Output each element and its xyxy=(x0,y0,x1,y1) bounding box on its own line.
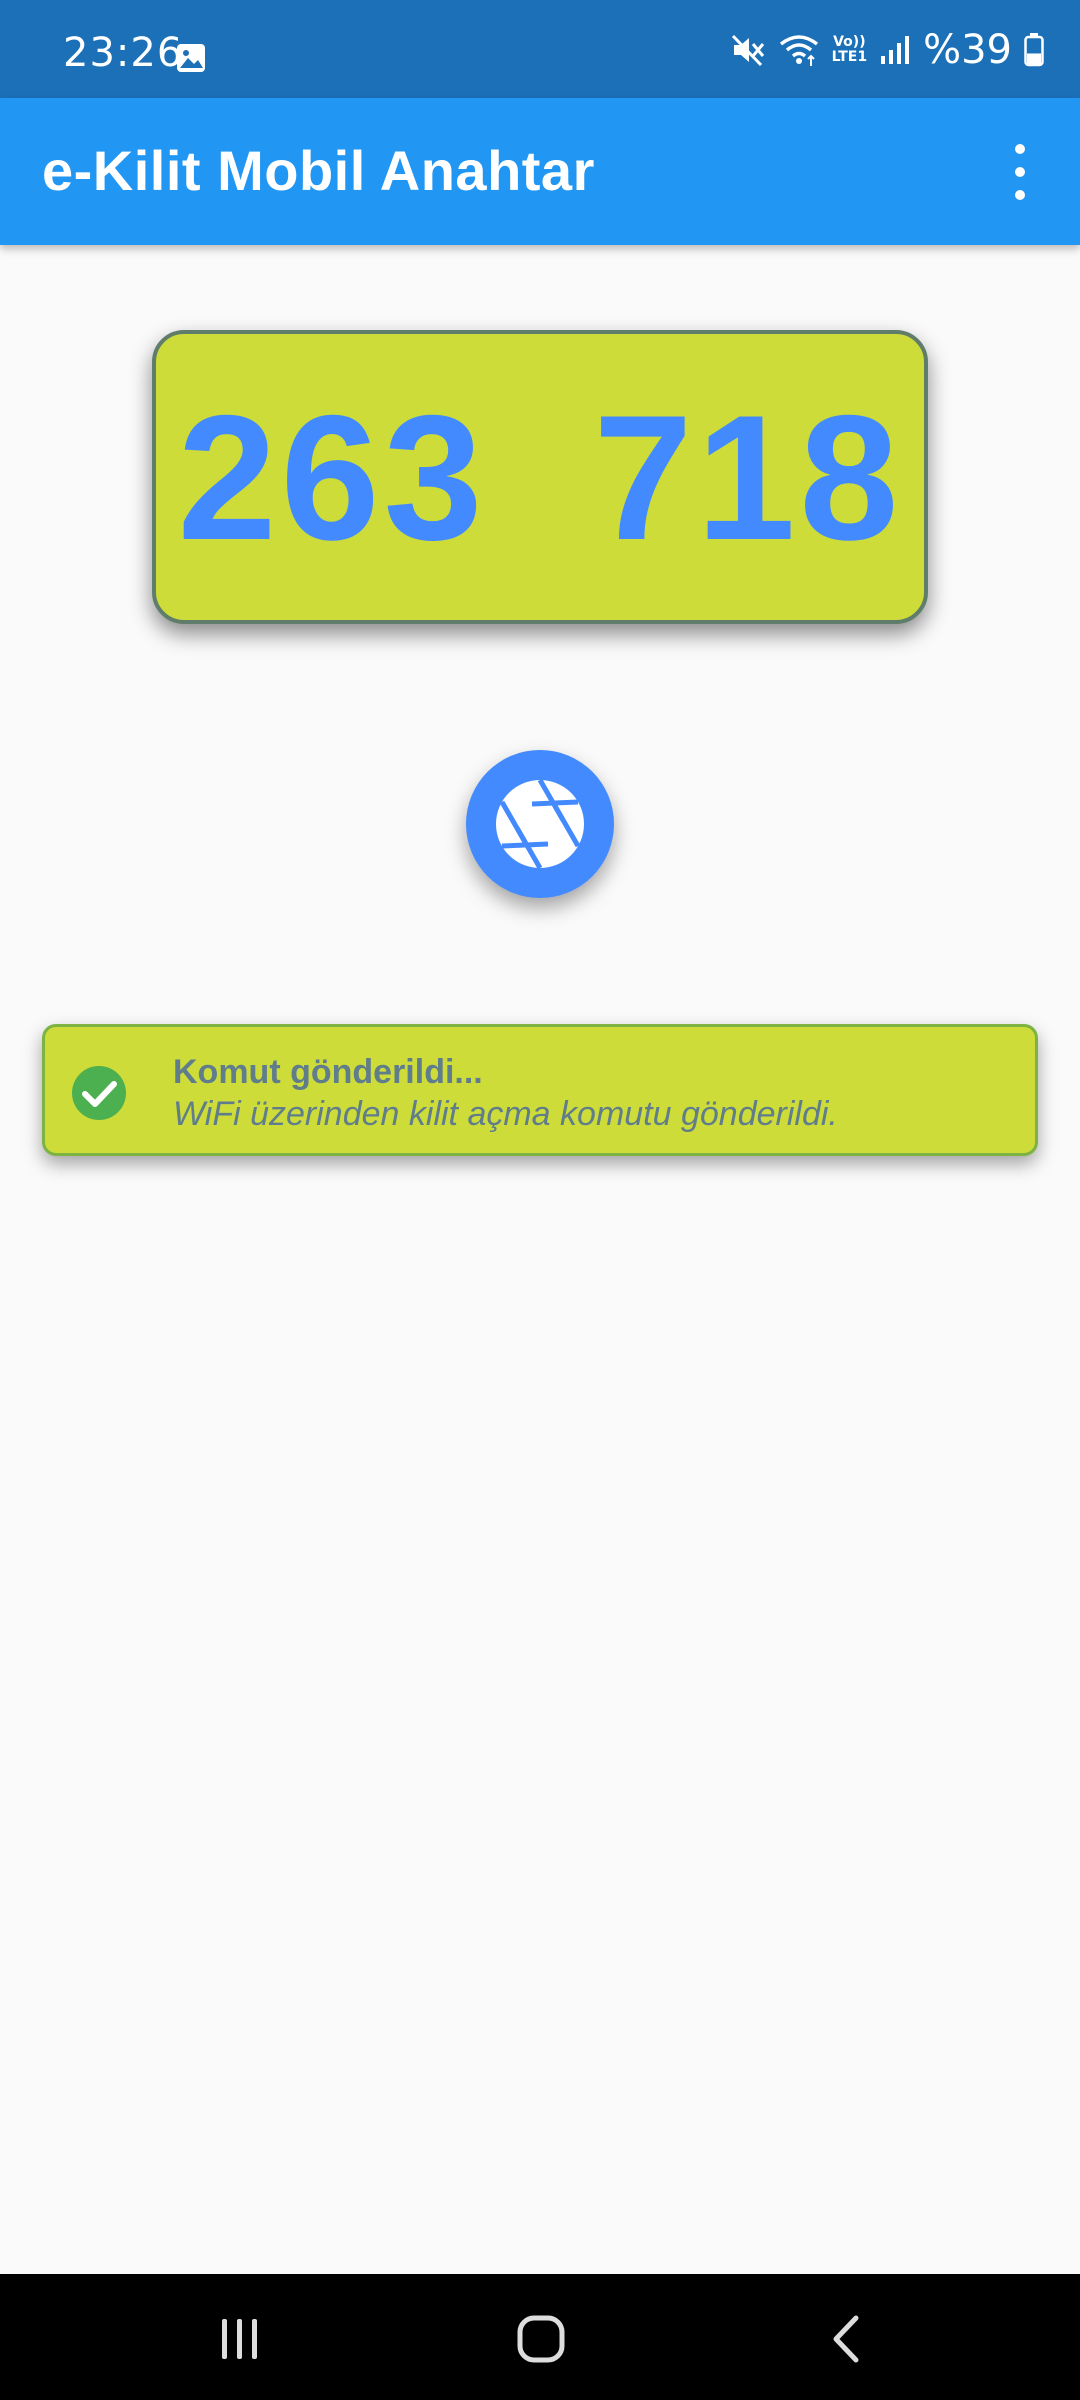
camera-shutter-icon xyxy=(496,778,584,870)
status-time: 23:26 xyxy=(63,30,184,76)
battery-percent: %39 xyxy=(923,27,1012,73)
more-vert-icon[interactable] xyxy=(1000,144,1040,200)
app-title: e-Kilit Mobil Anahtar xyxy=(42,139,595,202)
unlock-button[interactable] xyxy=(466,750,614,898)
battery-icon xyxy=(1024,33,1044,67)
access-code: 263 718 xyxy=(177,377,903,577)
app-bar: e-Kilit Mobil Anahtar xyxy=(0,98,1080,245)
lte-indicator: Vo)) LTE1 xyxy=(831,34,868,65)
recents-icon[interactable] xyxy=(218,2317,262,2366)
gallery-notification-icon xyxy=(175,42,207,79)
access-code-card: 263 718 xyxy=(152,330,928,624)
signal-icon xyxy=(881,36,910,64)
wifi-icon xyxy=(779,35,818,66)
status-bar: 23:26 Vo)) LTE1 %39 xyxy=(0,0,1080,98)
status-icons: Vo)) LTE1 %39 xyxy=(730,27,1044,73)
system-nav-bar xyxy=(0,2274,1080,2400)
mute-icon xyxy=(731,34,764,67)
notice-message: WiFi üzerinden kilit açma komutu gönderi… xyxy=(173,1095,838,1133)
back-icon[interactable] xyxy=(826,2314,866,2369)
notice-title: Komut gönderildi... xyxy=(173,1053,483,1091)
home-icon[interactable] xyxy=(516,2314,566,2369)
command-sent-notice: Komut gönderildi... WiFi üzerinden kilit… xyxy=(42,1024,1038,1156)
check-circle-icon xyxy=(71,1065,127,1126)
